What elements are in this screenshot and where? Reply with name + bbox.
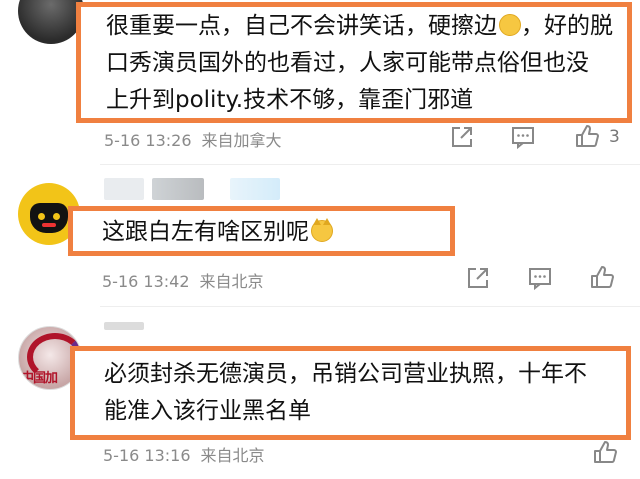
share-icon[interactable] (449, 124, 475, 150)
username-blurred[interactable] (152, 178, 204, 200)
comment-divider (100, 164, 640, 165)
comment-icon[interactable] (527, 265, 553, 291)
comment-time: 5-16 13:16 (103, 446, 191, 465)
avatar-logo-text: 中国加 (21, 371, 58, 386)
comment-time: 5-16 13:26 (104, 131, 192, 150)
username-blurred[interactable] (104, 178, 144, 200)
comment-text: 必须封杀无德演员，吊销公司营业执照，十年不 能准入该行业黑名单 (104, 356, 587, 430)
comment-line: 必须封杀无德演员，吊销公司营业执照，十年不 (104, 361, 587, 387)
comment-line: 很重要一点，自己不会讲笑话，硬擦边 ，好的脱 (106, 13, 613, 39)
comment-meta: 5-16 13:42 来自北京 (102, 268, 264, 292)
comment-divider (100, 306, 640, 307)
comment-text: 这跟白左有啥区别呢 (102, 214, 333, 251)
like-icon[interactable] (574, 123, 600, 149)
comment-meta: 5-16 13:26 来自加拿大 (104, 127, 282, 151)
username-blurred[interactable] (230, 178, 280, 200)
user-avatar-1[interactable] (18, 0, 84, 44)
like-count: 3 (609, 127, 620, 147)
comment-line: 这跟白左有啥区别呢 (102, 214, 333, 251)
flushed-face-emoji (499, 14, 521, 36)
comment-time: 5-16 13:42 (102, 272, 190, 291)
comment-location: 来自加拿大 (201, 131, 282, 150)
share-icon[interactable] (465, 265, 491, 291)
comment-text: 很重要一点，自己不会讲笑话，硬擦边 ，好的脱 口秀演员国外的也看过，人家可能带点俗… (106, 8, 613, 119)
comment-icon[interactable] (510, 124, 536, 150)
doge-cat-emoji (311, 218, 333, 242)
comment-line: 口秀演员国外的也看过，人家可能带点俗但也没 (106, 50, 589, 76)
like-icon[interactable] (592, 439, 618, 465)
comment-location: 来自北京 (200, 446, 265, 465)
comment-location: 来自北京 (199, 272, 264, 291)
comment-meta: 5-16 13:16 来自北京 (103, 442, 265, 466)
comment-line: 能准入该行业黑名单 (104, 398, 311, 424)
avatar-face-graphic (30, 203, 68, 233)
comment-line: 上升到polity.技术不够，靠歪门邪道 (106, 87, 474, 113)
username-blurred[interactable] (104, 322, 144, 330)
like-icon[interactable] (589, 264, 615, 290)
